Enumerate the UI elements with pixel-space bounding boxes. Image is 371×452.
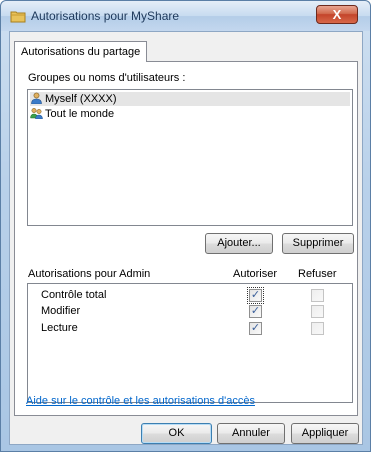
permission-row-label: Modifier <box>41 305 81 317</box>
dialog-window: Autorisations pour MyShare X Autorisatio… <box>0 0 371 452</box>
list-item[interactable]: Myself (XXXX) <box>30 92 350 106</box>
allow-column-header: Autoriser <box>233 268 278 280</box>
ok-button[interactable]: OK <box>141 423 212 444</box>
remove-button[interactable]: Supprimer <box>282 233 354 254</box>
permission-row-label: Lecture <box>41 322 78 334</box>
apply-button[interactable]: Appliquer <box>291 423 359 444</box>
deny-column-header: Refuser <box>298 268 337 280</box>
tab-share-permissions[interactable]: Autorisations du partage <box>14 41 148 62</box>
tab-panel: Groupes ou noms d'utilisateurs : Myself … <box>14 61 358 416</box>
title-bar[interactable]: Autorisations pour MyShare X <box>1 1 370 31</box>
close-button[interactable]: X <box>316 5 358 24</box>
cancel-button[interactable]: Annuler <box>217 423 285 444</box>
help-link[interactable]: Aide sur le contrôle et les autorisation… <box>26 395 255 407</box>
permission-row-label: Contrôle total <box>41 289 107 301</box>
permissions-label: Autorisations pour Admin <box>28 268 151 280</box>
deny-read-checkbox[interactable] <box>311 322 324 335</box>
folder-share-icon <box>10 11 26 23</box>
permissions-listbox: Contrôle total ✓ Modifier ✓ Lecture ✓ <box>27 283 353 403</box>
window-title: Autorisations pour MyShare <box>31 9 180 23</box>
deny-full-control-checkbox[interactable] <box>311 289 324 302</box>
groups-listbox[interactable]: Myself (XXXX) Tout le monde <box>27 89 353 226</box>
user-icon <box>31 92 42 104</box>
allow-full-control-checkbox[interactable]: ✓ <box>247 287 264 304</box>
allow-modify-checkbox[interactable]: ✓ <box>249 305 262 318</box>
dialog-client: Autorisations du partage Groupes ou noms… <box>9 31 363 445</box>
allow-read-checkbox[interactable]: ✓ <box>249 322 262 335</box>
users-group-icon <box>30 108 43 119</box>
groups-label: Groupes ou noms d'utilisateurs : <box>28 72 186 84</box>
list-item-label: Tout le monde <box>45 108 115 120</box>
add-button[interactable]: Ajouter... <box>205 233 273 254</box>
deny-modify-checkbox[interactable] <box>311 305 324 318</box>
list-item-label: Myself (XXXX) <box>45 93 117 105</box>
list-item[interactable]: Tout le monde <box>30 107 114 121</box>
